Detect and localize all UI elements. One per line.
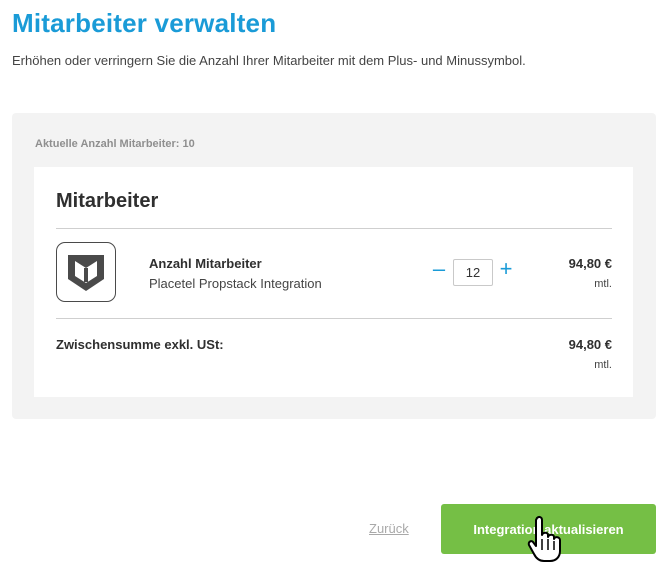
quantity-input[interactable] xyxy=(453,259,493,286)
manage-employees-page: Mitarbeiter verwalten Erhöhen oder verri… xyxy=(0,0,671,571)
subtotal-label: Zwischensumme exkl. USt: xyxy=(56,337,224,352)
item-billing-period: mtl. xyxy=(594,278,612,290)
product-description: Placetel Propstack Integration xyxy=(149,276,322,291)
employees-card: Mitarbeiter Anzahl Mitarbeiter Placetel … xyxy=(34,167,633,397)
decrease-quantity-button[interactable]: – xyxy=(430,258,448,282)
subtotal-price: 94,80 € xyxy=(568,337,612,352)
summary-panel: Aktuelle Anzahl Mitarbeiter: 10 Mitarbei… xyxy=(12,113,656,419)
card-title: Mitarbeiter xyxy=(56,190,159,212)
update-integration-button[interactable]: Integration aktualisieren xyxy=(441,504,656,554)
back-link[interactable]: Zurück xyxy=(369,521,409,536)
divider xyxy=(56,228,612,229)
product-name: Anzahl Mitarbeiter xyxy=(149,256,262,271)
increase-quantity-button[interactable]: + xyxy=(497,258,515,282)
subtotal-billing-period: mtl. xyxy=(594,359,612,371)
divider xyxy=(56,318,612,319)
shield-logo-icon xyxy=(56,242,116,302)
item-price: 94,80 € xyxy=(568,256,612,271)
page-title: Mitarbeiter verwalten xyxy=(12,8,277,38)
page-subtitle: Erhöhen oder verringern Sie die Anzahl I… xyxy=(12,53,526,68)
current-employee-count: Aktuelle Anzahl Mitarbeiter: 10 xyxy=(35,138,195,150)
